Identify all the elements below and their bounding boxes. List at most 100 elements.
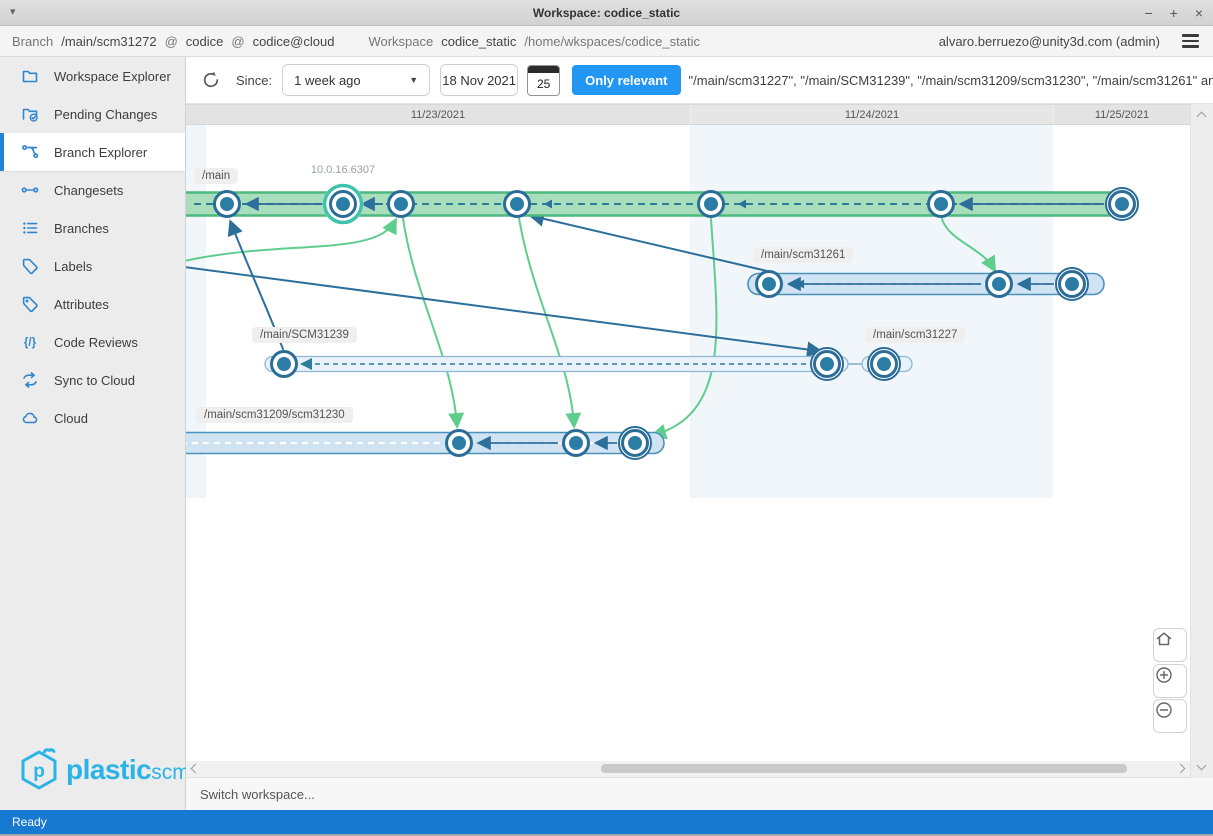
- sidebar-item-cloud[interactable]: Cloud: [0, 399, 185, 437]
- zoom-in-button[interactable]: [1153, 664, 1187, 698]
- maximize-button[interactable]: +: [1170, 0, 1178, 26]
- branch-explorer-canvas[interactable]: /main/main/scm31261/main/SCM31239/main/s…: [186, 125, 1190, 761]
- changeset-node[interactable]: [505, 192, 530, 217]
- date-column-header: 11/23/2021: [186, 105, 690, 124]
- reset-view-button[interactable]: [1153, 628, 1187, 662]
- date-column-header: 11/25/2021: [1053, 105, 1190, 124]
- branch-tree-icon: [21, 143, 39, 161]
- sidebar-item-label: Labels: [54, 259, 92, 274]
- window-title: Workspace: codice_static: [0, 6, 1213, 20]
- horizontal-scrollbar[interactable]: [186, 761, 1190, 777]
- since-dropdown[interactable]: 1 week ago ▼: [282, 64, 430, 96]
- chevron-down-icon: ▼: [409, 75, 418, 85]
- branch-label-chip[interactable]: /main/SCM31239: [252, 327, 357, 343]
- changeset-node[interactable]: [323, 184, 364, 225]
- horizontal-scrollbar-thumb[interactable]: [601, 764, 1127, 773]
- branch-link[interactable]: [519, 218, 574, 425]
- status-bar: Ready: [0, 810, 1213, 836]
- date-column-header: 11/24/2021: [690, 105, 1053, 124]
- only-relevant-button[interactable]: Only relevant: [572, 65, 680, 95]
- changeset-node[interactable]: [272, 352, 297, 377]
- changeset-node[interactable]: [868, 348, 900, 380]
- sidebar-item-label: Changesets: [54, 183, 123, 198]
- branch-link[interactable]: [403, 218, 457, 425]
- server-name: codice@cloud: [253, 34, 335, 49]
- branch-label-chip[interactable]: /main: [194, 168, 238, 184]
- main-area: Workspace Explorer Pending Changes Branch …: [0, 57, 1213, 810]
- sidebar-item-label: Branch Explorer: [54, 145, 147, 160]
- logo-text-scm: scm: [151, 761, 190, 784]
- sidebar-item-label: Cloud: [54, 411, 88, 426]
- day-highlight-column: [690, 125, 1053, 498]
- scroll-right-icon[interactable]: [1176, 764, 1186, 774]
- cloud-icon: [21, 409, 39, 427]
- version-label: 10.0.16.6307: [283, 164, 403, 176]
- window-controls: − + ×: [1144, 0, 1203, 26]
- branch-link[interactable]: [186, 221, 395, 261]
- changeset-node[interactable]: [811, 348, 843, 380]
- since-dropdown-value: 1 week ago: [294, 73, 361, 88]
- branch-label: Branch: [12, 34, 53, 49]
- sidebar-item-label: Branches: [54, 221, 109, 236]
- sidebar-item-branch-explorer[interactable]: Branch Explorer: [0, 133, 185, 171]
- close-button[interactable]: ×: [1195, 0, 1203, 26]
- sidebar-item-changesets[interactable]: Changesets: [0, 171, 185, 209]
- branch-label-chip[interactable]: /main/scm31261: [753, 247, 853, 263]
- sync-icon: [21, 371, 39, 389]
- sidebar-item-code-reviews[interactable]: {/}Code Reviews: [0, 323, 185, 361]
- list-icon: [21, 219, 39, 237]
- at-separator: @: [165, 34, 178, 49]
- current-branch[interactable]: /main/scm31272: [61, 34, 156, 49]
- user-account: alvaro.berruezo@unity3d.com (admin): [939, 34, 1160, 49]
- plasticscm-logo-icon: p: [16, 746, 62, 794]
- tag-dot-icon: [21, 295, 39, 313]
- sidebar-item-sync-to-cloud[interactable]: Sync to Cloud: [0, 361, 185, 399]
- status-text: Ready: [12, 815, 47, 829]
- changeset-node[interactable]: [447, 431, 472, 456]
- workspace-info-bar: Branch /main/scm31272 @ codice @ codice@…: [0, 26, 1213, 57]
- refresh-button[interactable]: [200, 69, 222, 91]
- scroll-down-icon[interactable]: [1197, 761, 1207, 771]
- vertical-scrollbar[interactable]: [1190, 104, 1213, 778]
- sidebar-item-pending-changes[interactable]: Pending Changes: [0, 95, 185, 133]
- sidebar-item-branches[interactable]: Branches: [0, 209, 185, 247]
- branch-label-chip[interactable]: /main/scm31227: [865, 327, 965, 343]
- repository-name: codice: [186, 34, 224, 49]
- changeset-node[interactable]: [699, 192, 724, 217]
- minimize-button[interactable]: −: [1144, 0, 1152, 26]
- changeset-node[interactable]: [1056, 268, 1088, 300]
- hamburger-menu-icon[interactable]: [1180, 32, 1201, 50]
- changeset-node[interactable]: [389, 192, 414, 217]
- changeset-node[interactable]: [929, 192, 954, 217]
- changeset-node[interactable]: [564, 431, 589, 456]
- calendar-day: 25: [528, 73, 559, 95]
- switch-workspace-bar[interactable]: Switch workspace...: [186, 777, 1213, 810]
- folder-icon: [21, 67, 39, 85]
- workspace-name: codice_static: [441, 34, 516, 49]
- sidebar-item-label: Attributes: [54, 297, 109, 312]
- app-window: ▾ Workspace: codice_static − + × Branch …: [0, 0, 1213, 836]
- changeset-node[interactable]: [619, 427, 651, 459]
- sidebar-item-workspace-explorer[interactable]: Workspace Explorer: [0, 57, 185, 95]
- logo-text-plastic: plastic: [66, 754, 151, 785]
- sidebar-item-label: Workspace Explorer: [54, 69, 171, 84]
- changeset-node[interactable]: [215, 192, 240, 217]
- scroll-left-icon[interactable]: [191, 764, 201, 774]
- calendar-picker-button[interactable]: 25: [527, 65, 560, 96]
- zoom-out-button[interactable]: [1153, 699, 1187, 733]
- plasticscm-logo: p plasticscm: [16, 746, 190, 794]
- workspace-label: Workspace: [368, 34, 433, 49]
- changeset-node[interactable]: [757, 272, 782, 297]
- sidebar-item-label: Sync to Cloud: [54, 373, 135, 388]
- sidebar-item-labels[interactable]: Labels: [0, 247, 185, 285]
- changeset-node[interactable]: [1106, 188, 1138, 220]
- filter-query-text: "/main/scm31227", "/main/SCM31239", "/ma…: [689, 73, 1213, 88]
- timeline-date-header: 11/23/2021 11/24/2021 11/25/2021: [186, 104, 1190, 125]
- branch-label-chip[interactable]: /main/scm31209/scm31230: [196, 407, 353, 423]
- changeset-node[interactable]: [987, 272, 1012, 297]
- content-area: Since: 1 week ago ▼ 18 Nov 2021 25 Only …: [186, 57, 1213, 810]
- at-separator-2: @: [231, 34, 244, 49]
- scroll-up-icon[interactable]: [1197, 112, 1207, 122]
- since-date-input[interactable]: 18 Nov 2021: [440, 64, 518, 96]
- sidebar-item-attributes[interactable]: Attributes: [0, 285, 185, 323]
